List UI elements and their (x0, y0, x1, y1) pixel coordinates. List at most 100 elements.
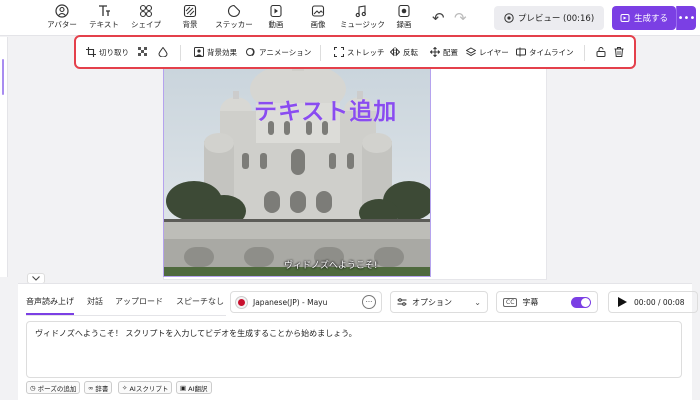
tab-underline (26, 315, 226, 316)
tool-shape[interactable]: シェイプ (126, 4, 166, 30)
delete-button[interactable] (614, 45, 624, 59)
more-button[interactable]: ••• (676, 6, 696, 30)
ai-script-button[interactable]: ✧ AIスクリプト (118, 381, 173, 394)
trash-icon (614, 47, 624, 57)
tool-music-label: ミュージック (340, 20, 385, 29)
timeline-label: タイムライン (529, 47, 574, 57)
tab-no-speech[interactable]: スピーチなし (176, 296, 224, 307)
arrange-button[interactable]: 配置 (430, 45, 458, 59)
tool-sticker-label: ステッカー (215, 20, 253, 29)
tool-text[interactable]: テキスト (84, 4, 124, 30)
link-icon: ∞ (88, 383, 94, 392)
undo-icon[interactable]: ↶ (432, 9, 445, 27)
sticker-icon (227, 4, 241, 18)
ai-sparkle-icon: ✧ (122, 383, 128, 392)
tool-avatar[interactable]: アバター (42, 4, 82, 30)
tool-text-label: テキスト (89, 20, 119, 29)
canvas-title-text[interactable]: テキスト追加 (254, 92, 397, 126)
stretch-button[interactable]: ストレッチ (334, 45, 385, 59)
layer-label: レイヤー (479, 47, 509, 57)
redo-icon[interactable]: ↷ (454, 9, 467, 27)
move-icon (430, 47, 440, 57)
layer-button[interactable]: レイヤー (466, 45, 509, 59)
color-drop-button[interactable] (158, 45, 168, 59)
unlock-icon (596, 47, 606, 57)
tab-dialogue[interactable]: 対話 (87, 296, 103, 307)
lock-button[interactable] (596, 45, 606, 59)
clock-icon: ◷ (30, 383, 36, 392)
canvas-subtitle-text[interactable]: ヴィドノズへようこそ! (284, 258, 377, 271)
crop-button[interactable]: 切り取り (86, 45, 129, 59)
toolbar-divider (320, 45, 321, 61)
animation-button[interactable]: アニメーション (246, 45, 311, 59)
video-icon (270, 4, 282, 18)
edit-toolbar: 切り取り 背景効果 アニメーション ストレッチ 反転 配置 レイヤー タイムライ… (74, 35, 636, 69)
dictionary-button[interactable]: ∞ 辞書 (84, 381, 113, 394)
flip-button[interactable]: 反転 (390, 45, 418, 59)
generate-button[interactable]: 生成する (612, 6, 676, 30)
timeline-button[interactable]: タイムライン (516, 45, 573, 59)
tool-avatar-label: アバター (47, 20, 77, 29)
add-pause-button[interactable]: ◷ ポーズの追加 (26, 381, 81, 394)
image-icon (311, 5, 325, 17)
stretch-icon (334, 47, 344, 57)
generate-label: 生成する (633, 14, 668, 24)
tool-shape-label: シェイプ (131, 20, 161, 29)
chevron-down-icon: ⌄ (474, 297, 481, 307)
crop-icon (86, 47, 96, 57)
preview-icon (504, 13, 514, 23)
stretch-label: ストレッチ (347, 47, 385, 57)
animation-label: アニメーション (259, 47, 312, 57)
tab-upload[interactable]: アップロード (115, 296, 163, 307)
script-textarea[interactable]: ヴィドノズへようこそ！ スクリプトを入力してビデオを生成することから始めましょう… (26, 321, 682, 378)
play-icon (618, 297, 627, 307)
drop-icon (158, 47, 168, 57)
background-icon (183, 4, 197, 18)
preview-label: プレビュー (00:16) (517, 14, 595, 24)
record-icon (398, 4, 410, 18)
timeline-icon (516, 47, 526, 57)
preview-button[interactable]: プレビュー (00:16) (494, 6, 604, 30)
tab-text-to-speech[interactable]: 音声読み上げ (26, 296, 74, 315)
tool-image[interactable]: 画像 (298, 4, 338, 30)
tool-video[interactable]: 動画 (256, 4, 296, 30)
play-preview-button[interactable]: 00:00 / 00:08 (608, 291, 698, 313)
sliders-icon (397, 298, 407, 306)
add-pause-label: ポーズの追加 (37, 384, 77, 393)
subtitles-toggle[interactable] (571, 296, 591, 308)
tool-image-label: 画像 (310, 20, 326, 29)
text-icon (99, 5, 110, 16)
ai-translate-button[interactable]: ▣ AI翻訳 (176, 381, 212, 394)
tool-record-label: 録画 (396, 20, 412, 29)
voice-label: Japanese(JP) - Mayu (253, 297, 328, 307)
arrange-label: 配置 (443, 47, 458, 57)
tool-background[interactable]: 背景 (170, 4, 210, 30)
japan-flag-icon (236, 296, 247, 308)
bg-effect-button[interactable]: 背景効果 (194, 45, 237, 59)
script-text: ヴィドノズへようこそ！ スクリプトを入力してビデオを生成することから始めましょう… (35, 329, 357, 338)
voice-selector[interactable]: Japanese(JP) - Mayu ··· (230, 291, 382, 313)
tool-sticker[interactable]: ステッカー (214, 4, 254, 30)
script-panel: 音声読み上げ 対話 アップロード スピーチなし Japanese(JP) - M… (18, 283, 698, 400)
tool-music[interactable]: ミュージック (340, 4, 385, 30)
toolbar-divider (584, 45, 585, 61)
left-side-strip (0, 37, 8, 277)
options-dropdown[interactable]: オプション ⌄ (390, 291, 488, 313)
generate-icon (620, 14, 630, 22)
checkerboard-icon (138, 47, 147, 56)
transparency-button[interactable] (138, 45, 148, 59)
layers-icon (466, 47, 476, 57)
ai-script-label: AIスクリプト (129, 384, 169, 393)
ai-translate-label: AI翻訳 (188, 384, 208, 393)
toolbar-divider (180, 45, 181, 61)
music-icon (355, 5, 366, 18)
subtitles-toggle-group: CC 字幕 (496, 291, 598, 313)
flip-label: 反転 (403, 47, 418, 57)
tool-record[interactable]: 録画 (384, 4, 424, 30)
chevron-down-icon (32, 276, 40, 281)
bg-effect-icon (194, 47, 204, 57)
top-toolbar: アバター テキスト シェイプ 背景 ステッカー 動画 画像 ミュージック 録画 … (0, 0, 700, 36)
avatar-icon (55, 4, 69, 18)
crop-label: 切り取り (99, 47, 129, 57)
voice-more-icon[interactable]: ··· (362, 295, 376, 309)
